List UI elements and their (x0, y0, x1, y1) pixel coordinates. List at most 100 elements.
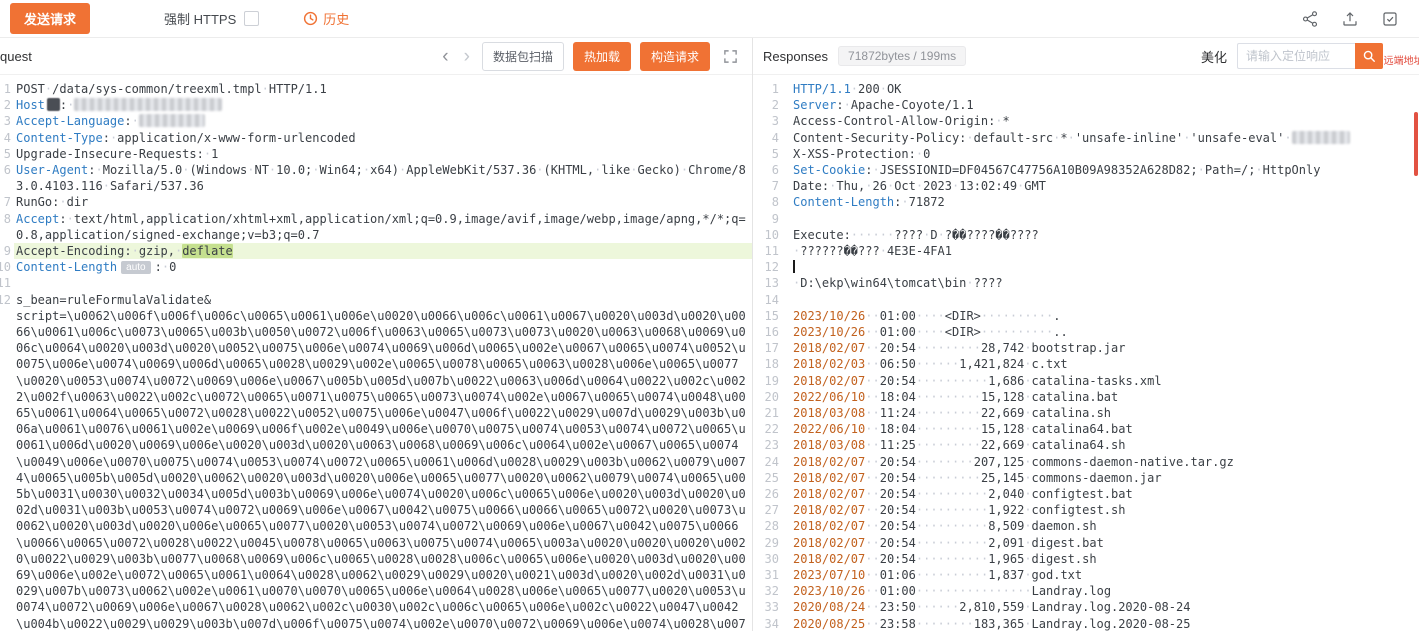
redacted-text (139, 114, 205, 127)
line-number: 2 (0, 97, 14, 113)
clock-icon (303, 11, 318, 26)
remote-address-label: 远端地址:120.19 (1384, 52, 1419, 67)
code-line: 4Content-Security-Policy:·default-src·*·… (753, 130, 1419, 146)
line-number: 29 (753, 535, 791, 551)
line-number: 34 (753, 616, 791, 631)
line-number: 10 (0, 259, 14, 275)
line-number: 6 (0, 162, 14, 194)
code-line: 11·??????��???·4E3E-4FA1 (753, 243, 1419, 259)
force-https-checkbox[interactable] (244, 11, 259, 26)
code-line: 1HTTP/1.1·200·OK (753, 81, 1419, 97)
line-number: 22 (753, 421, 791, 437)
prev-request-arrow[interactable]: ‹ (439, 47, 451, 66)
responses-tab[interactable]: Responses (763, 49, 828, 64)
line-number: 26 (753, 486, 791, 502)
line-number: 1 (0, 81, 14, 97)
line-number: 16 (753, 324, 791, 340)
response-panel: Responses 71872bytes / 199ms 美化 1HTTP/1.… (753, 38, 1419, 631)
force-https-group: 强制 HTTPS (164, 9, 259, 28)
line-number: 20 (753, 389, 791, 405)
share-icon[interactable] (1301, 10, 1319, 28)
response-search-button[interactable] (1355, 43, 1383, 69)
line-number: 4 (753, 130, 791, 146)
auto-length-badge: auto (121, 261, 150, 274)
line-number: 19 (753, 373, 791, 389)
code-line: 7Date:·Thu,·26·Oct·2023·13:02:49·GMT (753, 178, 1419, 194)
code-line: 4Content-Type:·application/x-www-form-ur… (0, 130, 752, 146)
line-number: 10 (753, 227, 791, 243)
line-number: 2 (753, 97, 791, 113)
line-number: 5 (753, 146, 791, 162)
code-line: 172018/02/07··20:54·········28,742·boots… (753, 340, 1419, 356)
code-line: 252018/02/07··20:54·········25,145·commo… (753, 470, 1419, 486)
request-panel-title: quest (0, 49, 32, 64)
line-number: 8 (753, 194, 791, 210)
code-line: 162023/10/26··01:00····<DIR>··········.. (753, 324, 1419, 340)
line-number: 27 (753, 502, 791, 518)
code-line: 3Accept-Language:· (0, 113, 752, 129)
force-https-label: 强制 HTTPS (164, 9, 236, 28)
line-number: 1 (753, 81, 791, 97)
code-line: 10Execute:······????·D·?��????��???? (753, 227, 1419, 243)
line-number: 14 (753, 292, 791, 308)
response-search (1237, 43, 1383, 69)
line-number: 4 (0, 130, 14, 146)
response-viewer[interactable]: 1HTTP/1.1·200·OK2Server:·Apache-Coyote/1… (753, 75, 1419, 631)
line-number: 6 (753, 162, 791, 178)
code-line: 212018/03/08··11:24·········22,669·catal… (753, 405, 1419, 421)
line-number: 18 (753, 356, 791, 372)
line-number: 8 (0, 211, 14, 243)
line-number: 15 (753, 308, 791, 324)
code-line: 12s_bean=ruleFormulaValidate&script=\u00… (0, 292, 752, 631)
code-line: 192018/02/07··20:54··········1,686·catal… (753, 373, 1419, 389)
line-number: 5 (0, 146, 14, 162)
export-icon[interactable] (1341, 10, 1359, 28)
code-line: 182018/02/03··06:50······1,421,824·c.txt (753, 356, 1419, 372)
line-number: 28 (753, 518, 791, 534)
line-number: 31 (753, 567, 791, 583)
line-number: 12 (0, 292, 14, 631)
line-number: 12 (753, 259, 791, 275)
code-line: 2Host:· (0, 97, 752, 113)
packet-scan-button[interactable]: 数据包扫描 (482, 42, 564, 71)
beautify-button[interactable]: 美化 (1201, 47, 1227, 66)
code-line: 8Accept:·text/html,application/xhtml+xml… (0, 211, 752, 243)
line-number: 30 (753, 551, 791, 567)
code-line: 6Set-Cookie:·JSESSIONID=DF04567C47756A10… (753, 162, 1419, 178)
check-square-icon[interactable] (1381, 10, 1399, 28)
redacted-text (1292, 131, 1350, 144)
request-editor[interactable]: 1POST·/data/sys-common/treexml.tmpl·HTTP… (0, 75, 752, 631)
line-number: 17 (753, 340, 791, 356)
search-icon (1362, 49, 1376, 63)
code-line: 262018/02/07··20:54··········2,040·confi… (753, 486, 1419, 502)
code-line: 3Access-Control-Allow-Origin:·* (753, 113, 1419, 129)
line-number: 3 (753, 113, 791, 129)
request-header-actions: ‹ › 数据包扫描 热加载 构造请求 (439, 42, 742, 71)
line-number: 23 (753, 437, 791, 453)
code-line: 292018/02/07··20:54··········2,091·diges… (753, 535, 1419, 551)
next-request-arrow[interactable]: › (461, 47, 473, 66)
code-line: 5Upgrade-Insecure-Requests:·1 (0, 146, 752, 162)
send-request-button[interactable]: 发送请求 (10, 3, 90, 34)
line-number: 11 (0, 275, 14, 291)
toolbar: 发送请求 强制 HTTPS 历史 (0, 0, 1419, 38)
history-button[interactable]: 历史 (303, 9, 349, 28)
hot-reload-button[interactable]: 热加载 (573, 42, 631, 71)
request-panel: quest ‹ › 数据包扫描 热加载 构造请求 1POST·/data/sys… (0, 38, 753, 631)
response-search-input[interactable] (1237, 43, 1355, 69)
redacted-box (47, 98, 60, 111)
text-cursor (793, 260, 795, 273)
line-number: 7 (753, 178, 791, 194)
http-repeater-app: { "colors":{"accent":"#f07234","keyword_… (0, 0, 1419, 631)
code-line: 13·D:\ekp\win64\tomcat\bin·???? (753, 275, 1419, 291)
code-line: 312023/07/10··01:06··········1,837·god.t… (753, 567, 1419, 583)
line-number: 13 (753, 275, 791, 291)
fullscreen-icon[interactable] (723, 49, 738, 64)
code-line: 332020/08/24··23:50······2,810,559·Landr… (753, 599, 1419, 615)
response-panel-header: Responses 71872bytes / 199ms 美化 (753, 38, 1419, 75)
code-line: 272018/02/07··20:54··········1,922·confi… (753, 502, 1419, 518)
redacted-text (74, 98, 222, 111)
code-line: 152023/10/26··01:00····<DIR>··········. (753, 308, 1419, 324)
toolbar-right-icons (1301, 10, 1409, 28)
construct-request-button[interactable]: 构造请求 (640, 42, 710, 71)
